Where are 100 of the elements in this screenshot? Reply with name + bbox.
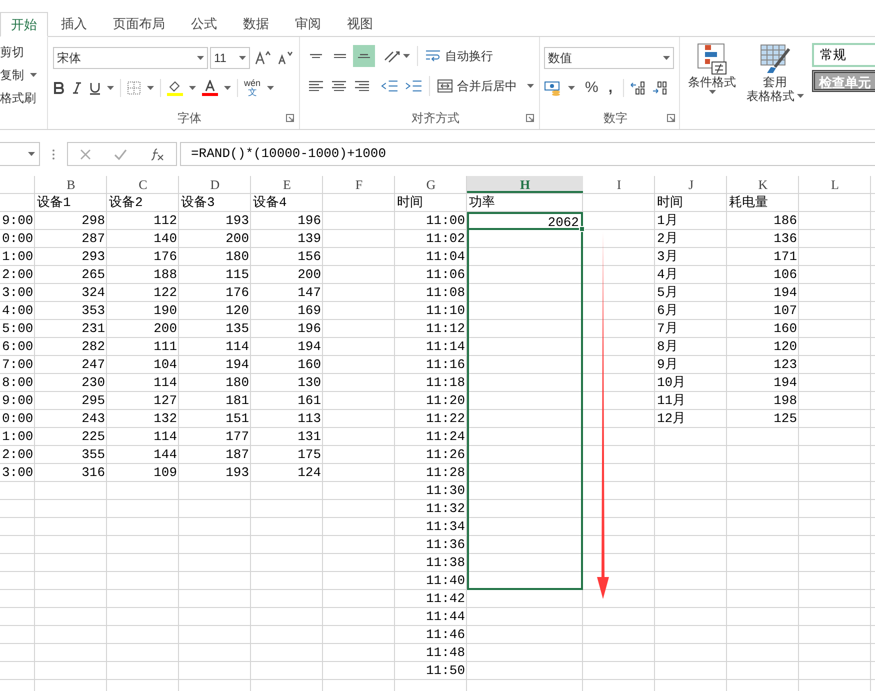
column-header[interactable]: J — [655, 176, 727, 193]
dialog-launcher-icon[interactable] — [286, 114, 294, 122]
clipboard-button[interactable]: 格式刷 — [0, 89, 47, 107]
comma-button[interactable]: , — [604, 76, 617, 100]
table-cell-text: 11:38 — [424, 554, 466, 572]
phonetic-guide-button[interactable]: wén 文 — [244, 79, 261, 97]
ribbon-tab[interactable]: 数据 — [230, 11, 282, 36]
column-header[interactable]: G — [395, 176, 467, 193]
table-cell-text: 243 — [80, 410, 106, 428]
table-cell-text: 113 — [296, 410, 322, 428]
underline-icon[interactable] — [89, 82, 101, 94]
column-header[interactable]: L — [799, 176, 871, 193]
column-header[interactable]: E — [251, 176, 323, 193]
currency-icon[interactable] — [544, 80, 562, 96]
table-cell-text: 109 — [152, 464, 178, 482]
table-cell-text: 11:16 — [424, 356, 466, 374]
ribbon-tab[interactable]: 页面布局 — [100, 11, 178, 36]
column-header[interactable]: C — [107, 176, 179, 193]
column-header[interactable]: D — [179, 176, 251, 193]
bold-icon[interactable] — [53, 82, 65, 94]
font-name-select[interactable]: 宋体 — [53, 47, 208, 69]
table-cell-text: 181 — [224, 392, 250, 410]
table-cell-text: 时间 — [396, 194, 424, 212]
clipboard-button[interactable]: 复制 — [0, 66, 47, 84]
vertical-align-button[interactable] — [353, 45, 375, 67]
format-as-table-button[interactable]: 套用 表格格式 — [744, 43, 806, 129]
table-cell-text: 177 — [224, 428, 250, 446]
column-header[interactable]: B — [35, 176, 107, 193]
wrap-text-icon — [425, 49, 441, 63]
table-cell-text: 200 — [224, 230, 250, 248]
table-cell-text: 7月 — [656, 320, 679, 338]
increase-indent-icon[interactable] — [404, 79, 422, 93]
column-header[interactable]: F — [323, 176, 395, 193]
table-cell-text: 114 — [152, 374, 178, 392]
table-cell-text: 11:00 — [424, 212, 466, 230]
fill-color-icon[interactable] — [167, 80, 183, 96]
fill-handle[interactable] — [579, 226, 585, 232]
column-header[interactable]: K — [727, 176, 799, 193]
dialog-launcher-icon[interactable] — [526, 114, 534, 122]
dropdown-caret-icon — [663, 56, 670, 60]
percent-button[interactable]: % — [585, 76, 598, 100]
table-cell-text: 11:14 — [424, 338, 466, 356]
merge-center-button[interactable]: 合并后居中 — [436, 77, 534, 95]
table-cell-text: 144 — [152, 446, 178, 464]
number-format-select[interactable]: 数值 — [544, 47, 674, 69]
decrease-decimal-icon[interactable] — [652, 81, 668, 95]
font-color-icon[interactable] — [202, 80, 218, 96]
table-cell-text: 11:36 — [424, 536, 466, 554]
table-cell-text: 231 — [80, 320, 106, 338]
clipboard-button[interactable]: 剪切 — [0, 43, 47, 61]
wrap-text-button[interactable]: 自动换行 — [425, 47, 493, 65]
table-cell-text: 176 — [224, 284, 250, 302]
ribbon-tab[interactable]: 视图 — [334, 11, 386, 36]
column-header[interactable]: I — [583, 176, 655, 193]
table-cell-text: 12月 — [656, 410, 687, 428]
table-cell-text: 298 — [80, 212, 106, 230]
table-cell-text: 186 — [772, 212, 798, 230]
shrink-font-icon[interactable] — [277, 51, 293, 65]
table-cell-text: 196 — [296, 320, 322, 338]
align-center-icon — [332, 80, 346, 92]
table-cell-text: 1月 — [656, 212, 679, 230]
table-cell-text: 8:00 — [1, 374, 34, 392]
dropdown-caret-icon — [107, 86, 114, 90]
align-top-icon — [310, 54, 322, 58]
table-cell-text: 11:04 — [424, 248, 466, 266]
more-options-icon[interactable] — [52, 148, 55, 160]
function-icon[interactable] — [150, 148, 164, 160]
ribbon-tab[interactable]: 开始 — [0, 12, 48, 37]
table-cell-text: 11:26 — [424, 446, 466, 464]
dialog-launcher-icon[interactable] — [667, 114, 675, 122]
table-cell-text: 135 — [224, 320, 250, 338]
table-cell-text: 180 — [224, 374, 250, 392]
group-label: 对齐方式 — [412, 110, 460, 127]
dropdown-caret-icon — [197, 56, 204, 60]
table-cell-text: 3:00 — [1, 284, 34, 302]
ribbon-tab[interactable]: 公式 — [178, 11, 230, 36]
table-cell-text: 2月 — [656, 230, 679, 248]
column-header[interactable]: H — [467, 176, 583, 193]
dropdown-caret-icon — [30, 73, 37, 77]
table-cell-text: 175 — [296, 446, 322, 464]
borders-icon[interactable] — [127, 81, 141, 95]
table-cell-text: 194 — [772, 374, 798, 392]
grow-font-icon[interactable] — [255, 51, 271, 65]
table-cell-text: 0:00 — [1, 410, 34, 428]
font-size-select[interactable]: 11 — [210, 47, 250, 69]
increase-decimal-icon[interactable] — [630, 81, 646, 95]
ribbon-tab[interactable]: 审阅 — [282, 11, 334, 36]
cell-style-button[interactable]: 常规 — [812, 43, 875, 67]
align-middle-icon — [334, 54, 346, 58]
table-cell-text: 200 — [296, 266, 322, 284]
formula-input[interactable]: =RAND()*(10000-1000)+1000 — [180, 142, 875, 166]
ribbon-tab[interactable]: 插入 — [48, 11, 100, 36]
table-cell-text: 11:28 — [424, 464, 466, 482]
table-cell-text: 11:44 — [424, 608, 466, 626]
table-cell-text: 104 — [152, 356, 178, 374]
conditional-formatting-button[interactable]: 条件格式 — [684, 43, 740, 129]
table-cell-text: 198 — [772, 392, 798, 410]
decrease-indent-icon[interactable] — [381, 79, 399, 93]
italic-icon[interactable] — [71, 82, 83, 94]
checkmark-icon[interactable] — [114, 148, 127, 160]
